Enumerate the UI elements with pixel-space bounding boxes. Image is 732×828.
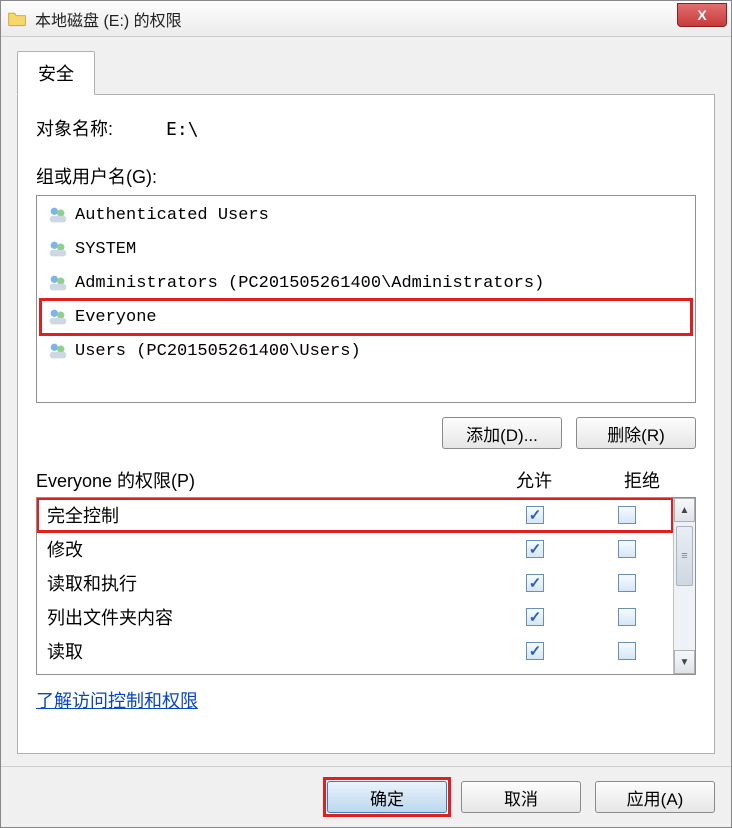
- deny-checkbox[interactable]: [618, 574, 636, 592]
- user-name: Everyone: [75, 308, 157, 327]
- deny-column-header: 拒绝: [588, 467, 696, 493]
- tabpane-security: 对象名称: E:\ 组或用户名(G): Authenticated Users …: [17, 94, 715, 754]
- allow-checkbox[interactable]: [526, 608, 544, 626]
- tabstrip: 安全: [17, 51, 715, 95]
- apply-button[interactable]: 应用(A): [595, 781, 715, 813]
- learn-access-control-link[interactable]: 了解访问控制和权限: [36, 687, 198, 713]
- deny-checkbox[interactable]: [618, 642, 636, 660]
- user-name: SYSTEM: [75, 240, 136, 259]
- users-listbox[interactable]: Authenticated Users SYSTEM Administrator…: [36, 195, 696, 403]
- user-name: Administrators (PC201505261400\Administr…: [75, 274, 544, 293]
- remove-button[interactable]: 删除(R): [576, 417, 696, 449]
- scroll-up-button[interactable]: ▲: [674, 498, 695, 522]
- cancel-button[interactable]: 取消: [461, 781, 581, 813]
- list-item[interactable]: SYSTEM: [41, 232, 691, 266]
- dialog-content: 安全 对象名称: E:\ 组或用户名(G): Authenticated Use…: [1, 37, 731, 766]
- permissions-table: 完全控制 修改 读取和执行 列出文件夹内: [36, 497, 696, 675]
- permissions-dialog: 本地磁盘 (E:) 的权限 X 安全 对象名称: E:\ 组或用户名(G): A…: [0, 0, 732, 828]
- permissions-header: Everyone 的权限(P) 允许 拒绝: [36, 467, 696, 493]
- list-item[interactable]: Administrators (PC201505261400\Administr…: [41, 266, 691, 300]
- allow-checkbox[interactable]: [526, 506, 544, 524]
- permission-name: 读取: [47, 638, 489, 664]
- deny-checkbox[interactable]: [618, 540, 636, 558]
- scroll-down-button[interactable]: ▼: [674, 650, 695, 674]
- list-item-everyone[interactable]: Everyone: [41, 300, 691, 334]
- object-name-row: 对象名称: E:\: [36, 115, 696, 141]
- permissions-for-label: Everyone 的权限(P): [36, 467, 480, 493]
- allow-checkbox[interactable]: [526, 574, 544, 592]
- permission-row: 列出文件夹内容: [37, 600, 673, 634]
- folder-icon: [7, 9, 27, 29]
- close-icon: X: [697, 7, 706, 23]
- permissions-scrollbar[interactable]: ▲ ▼: [673, 498, 695, 674]
- user-name: Users (PC201505261400\Users): [75, 342, 361, 361]
- permission-row: 读取: [37, 634, 673, 668]
- titlebar: 本地磁盘 (E:) 的权限 X: [1, 1, 731, 37]
- list-item[interactable]: Authenticated Users: [41, 198, 691, 232]
- users-group-icon: [47, 272, 69, 294]
- window-title: 本地磁盘 (E:) 的权限: [35, 7, 182, 31]
- allow-checkbox[interactable]: [526, 642, 544, 660]
- user-button-row: 添加(D)... 删除(R): [36, 417, 696, 449]
- dialog-footer: 确定 取消 应用(A): [1, 766, 731, 827]
- object-name-value: E:\: [166, 119, 199, 140]
- list-item[interactable]: Users (PC201505261400\Users): [41, 334, 691, 368]
- permission-row: 读取和执行: [37, 566, 673, 600]
- permission-name: 完全控制: [47, 502, 489, 528]
- permissions-list: 完全控制 修改 读取和执行 列出文件夹内: [37, 498, 673, 674]
- deny-checkbox[interactable]: [618, 608, 636, 626]
- permission-row-full-control: 完全控制: [37, 498, 673, 532]
- tab-security[interactable]: 安全: [17, 51, 95, 95]
- permission-name: 读取和执行: [47, 570, 489, 596]
- groups-users-label: 组或用户名(G):: [36, 163, 696, 189]
- permission-name: 修改: [47, 536, 489, 562]
- permission-name: 列出文件夹内容: [47, 604, 489, 630]
- close-button[interactable]: X: [677, 3, 727, 27]
- scroll-thumb[interactable]: [676, 526, 693, 586]
- object-name-label: 对象名称:: [36, 119, 113, 139]
- deny-checkbox[interactable]: [618, 506, 636, 524]
- scroll-track[interactable]: [674, 522, 695, 650]
- user-name: Authenticated Users: [75, 206, 269, 225]
- users-group-icon: [47, 340, 69, 362]
- permission-row: 修改: [37, 532, 673, 566]
- users-group-icon: [47, 238, 69, 260]
- allow-checkbox[interactable]: [526, 540, 544, 558]
- add-button[interactable]: 添加(D)...: [442, 417, 562, 449]
- allow-column-header: 允许: [480, 467, 588, 493]
- ok-button[interactable]: 确定: [327, 781, 447, 813]
- users-group-icon: [47, 306, 69, 328]
- users-group-icon: [47, 204, 69, 226]
